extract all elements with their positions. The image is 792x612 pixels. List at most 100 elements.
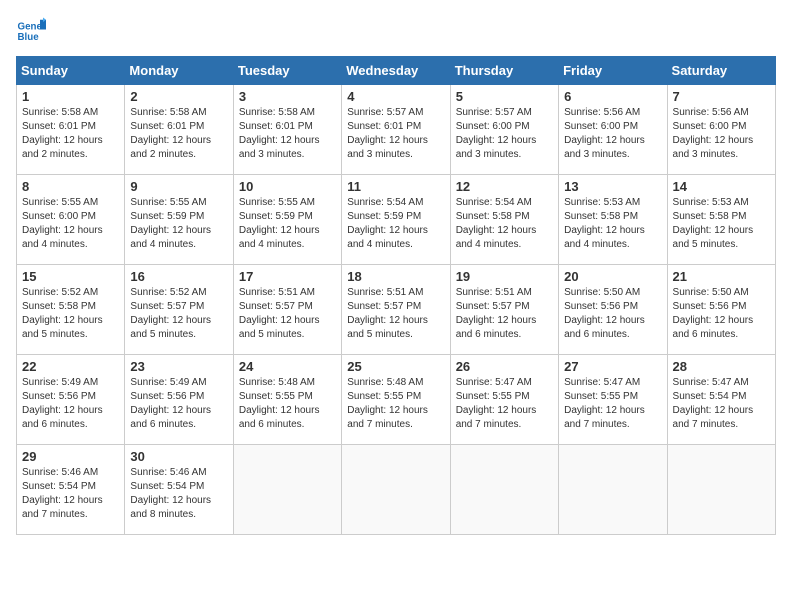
calendar-cell: 9 Sunrise: 5:55 AM Sunset: 5:59 PM Dayli… [125, 175, 233, 265]
day-number: 15 [22, 269, 119, 284]
day-info: Sunrise: 5:49 AM Sunset: 5:56 PM Dayligh… [22, 376, 119, 432]
calendar-cell: 17 Sunrise: 5:51 AM Sunset: 5:57 PM Dayl… [233, 265, 341, 355]
day-number: 25 [347, 359, 444, 374]
calendar-cell: 29 Sunrise: 5:46 AM Sunset: 5:54 PM Dayl… [17, 445, 125, 535]
calendar-cell [342, 445, 450, 535]
calendar-cell: 19 Sunrise: 5:51 AM Sunset: 5:57 PM Dayl… [450, 265, 558, 355]
day-number: 12 [456, 179, 553, 194]
weekday-header-friday: Friday [559, 57, 667, 85]
day-info: Sunrise: 5:54 AM Sunset: 5:59 PM Dayligh… [347, 196, 444, 252]
day-number: 5 [456, 89, 553, 104]
day-info: Sunrise: 5:47 AM Sunset: 5:55 PM Dayligh… [564, 376, 661, 432]
day-number: 8 [22, 179, 119, 194]
calendar-cell: 15 Sunrise: 5:52 AM Sunset: 5:58 PM Dayl… [17, 265, 125, 355]
day-number: 17 [239, 269, 336, 284]
day-number: 21 [673, 269, 770, 284]
day-number: 14 [673, 179, 770, 194]
calendar-cell: 13 Sunrise: 5:53 AM Sunset: 5:58 PM Dayl… [559, 175, 667, 265]
calendar-cell: 26 Sunrise: 5:47 AM Sunset: 5:55 PM Dayl… [450, 355, 558, 445]
day-info: Sunrise: 5:56 AM Sunset: 6:00 PM Dayligh… [564, 106, 661, 162]
day-info: Sunrise: 5:46 AM Sunset: 5:54 PM Dayligh… [22, 466, 119, 522]
calendar-cell: 22 Sunrise: 5:49 AM Sunset: 5:56 PM Dayl… [17, 355, 125, 445]
week-row-4: 22 Sunrise: 5:49 AM Sunset: 5:56 PM Dayl… [17, 355, 776, 445]
calendar-cell: 24 Sunrise: 5:48 AM Sunset: 5:55 PM Dayl… [233, 355, 341, 445]
calendar-cell: 16 Sunrise: 5:52 AM Sunset: 5:57 PM Dayl… [125, 265, 233, 355]
weekday-header-wednesday: Wednesday [342, 57, 450, 85]
day-number: 2 [130, 89, 227, 104]
week-row-5: 29 Sunrise: 5:46 AM Sunset: 5:54 PM Dayl… [17, 445, 776, 535]
day-number: 3 [239, 89, 336, 104]
day-info: Sunrise: 5:48 AM Sunset: 5:55 PM Dayligh… [239, 376, 336, 432]
calendar-cell: 20 Sunrise: 5:50 AM Sunset: 5:56 PM Dayl… [559, 265, 667, 355]
calendar-cell: 6 Sunrise: 5:56 AM Sunset: 6:00 PM Dayli… [559, 85, 667, 175]
calendar-cell: 11 Sunrise: 5:54 AM Sunset: 5:59 PM Dayl… [342, 175, 450, 265]
week-row-1: 1 Sunrise: 5:58 AM Sunset: 6:01 PM Dayli… [17, 85, 776, 175]
calendar-cell: 21 Sunrise: 5:50 AM Sunset: 5:56 PM Dayl… [667, 265, 775, 355]
weekday-header-thursday: Thursday [450, 57, 558, 85]
calendar-cell: 25 Sunrise: 5:48 AM Sunset: 5:55 PM Dayl… [342, 355, 450, 445]
calendar-cell: 28 Sunrise: 5:47 AM Sunset: 5:54 PM Dayl… [667, 355, 775, 445]
logo: General Blue [16, 16, 46, 46]
calendar-cell: 18 Sunrise: 5:51 AM Sunset: 5:57 PM Dayl… [342, 265, 450, 355]
calendar-cell: 12 Sunrise: 5:54 AM Sunset: 5:58 PM Dayl… [450, 175, 558, 265]
week-row-2: 8 Sunrise: 5:55 AM Sunset: 6:00 PM Dayli… [17, 175, 776, 265]
day-info: Sunrise: 5:47 AM Sunset: 5:55 PM Dayligh… [456, 376, 553, 432]
day-number: 26 [456, 359, 553, 374]
day-info: Sunrise: 5:50 AM Sunset: 5:56 PM Dayligh… [564, 286, 661, 342]
day-number: 28 [673, 359, 770, 374]
day-info: Sunrise: 5:55 AM Sunset: 6:00 PM Dayligh… [22, 196, 119, 252]
day-info: Sunrise: 5:56 AM Sunset: 6:00 PM Dayligh… [673, 106, 770, 162]
day-info: Sunrise: 5:46 AM Sunset: 5:54 PM Dayligh… [130, 466, 227, 522]
day-info: Sunrise: 5:50 AM Sunset: 5:56 PM Dayligh… [673, 286, 770, 342]
weekday-header-row: SundayMondayTuesdayWednesdayThursdayFrid… [17, 57, 776, 85]
day-number: 19 [456, 269, 553, 284]
logo-icon: General Blue [16, 16, 46, 46]
day-info: Sunrise: 5:52 AM Sunset: 5:58 PM Dayligh… [22, 286, 119, 342]
day-info: Sunrise: 5:53 AM Sunset: 5:58 PM Dayligh… [564, 196, 661, 252]
day-number: 7 [673, 89, 770, 104]
day-number: 18 [347, 269, 444, 284]
day-info: Sunrise: 5:58 AM Sunset: 6:01 PM Dayligh… [130, 106, 227, 162]
calendar-cell [233, 445, 341, 535]
calendar-cell: 14 Sunrise: 5:53 AM Sunset: 5:58 PM Dayl… [667, 175, 775, 265]
day-info: Sunrise: 5:54 AM Sunset: 5:58 PM Dayligh… [456, 196, 553, 252]
day-number: 13 [564, 179, 661, 194]
day-info: Sunrise: 5:58 AM Sunset: 6:01 PM Dayligh… [239, 106, 336, 162]
day-info: Sunrise: 5:57 AM Sunset: 6:01 PM Dayligh… [347, 106, 444, 162]
day-number: 16 [130, 269, 227, 284]
day-number: 9 [130, 179, 227, 194]
day-info: Sunrise: 5:55 AM Sunset: 5:59 PM Dayligh… [239, 196, 336, 252]
day-info: Sunrise: 5:58 AM Sunset: 6:01 PM Dayligh… [22, 106, 119, 162]
calendar-cell: 4 Sunrise: 5:57 AM Sunset: 6:01 PM Dayli… [342, 85, 450, 175]
calendar-table: SundayMondayTuesdayWednesdayThursdayFrid… [16, 56, 776, 535]
day-info: Sunrise: 5:51 AM Sunset: 5:57 PM Dayligh… [456, 286, 553, 342]
day-number: 22 [22, 359, 119, 374]
calendar-cell: 5 Sunrise: 5:57 AM Sunset: 6:00 PM Dayli… [450, 85, 558, 175]
day-info: Sunrise: 5:51 AM Sunset: 5:57 PM Dayligh… [347, 286, 444, 342]
calendar-cell: 27 Sunrise: 5:47 AM Sunset: 5:55 PM Dayl… [559, 355, 667, 445]
day-info: Sunrise: 5:55 AM Sunset: 5:59 PM Dayligh… [130, 196, 227, 252]
day-info: Sunrise: 5:52 AM Sunset: 5:57 PM Dayligh… [130, 286, 227, 342]
day-number: 29 [22, 449, 119, 464]
day-number: 20 [564, 269, 661, 284]
svg-text:Blue: Blue [18, 32, 40, 43]
day-info: Sunrise: 5:51 AM Sunset: 5:57 PM Dayligh… [239, 286, 336, 342]
calendar-cell: 10 Sunrise: 5:55 AM Sunset: 5:59 PM Dayl… [233, 175, 341, 265]
day-number: 4 [347, 89, 444, 104]
day-info: Sunrise: 5:57 AM Sunset: 6:00 PM Dayligh… [456, 106, 553, 162]
calendar-cell [559, 445, 667, 535]
day-number: 23 [130, 359, 227, 374]
day-number: 27 [564, 359, 661, 374]
day-info: Sunrise: 5:49 AM Sunset: 5:56 PM Dayligh… [130, 376, 227, 432]
calendar-cell: 1 Sunrise: 5:58 AM Sunset: 6:01 PM Dayli… [17, 85, 125, 175]
day-number: 24 [239, 359, 336, 374]
calendar-cell [450, 445, 558, 535]
calendar-cell: 23 Sunrise: 5:49 AM Sunset: 5:56 PM Dayl… [125, 355, 233, 445]
weekday-header-saturday: Saturday [667, 57, 775, 85]
day-number: 11 [347, 179, 444, 194]
day-number: 6 [564, 89, 661, 104]
day-number: 30 [130, 449, 227, 464]
day-info: Sunrise: 5:48 AM Sunset: 5:55 PM Dayligh… [347, 376, 444, 432]
weekday-header-tuesday: Tuesday [233, 57, 341, 85]
calendar-cell: 7 Sunrise: 5:56 AM Sunset: 6:00 PM Dayli… [667, 85, 775, 175]
